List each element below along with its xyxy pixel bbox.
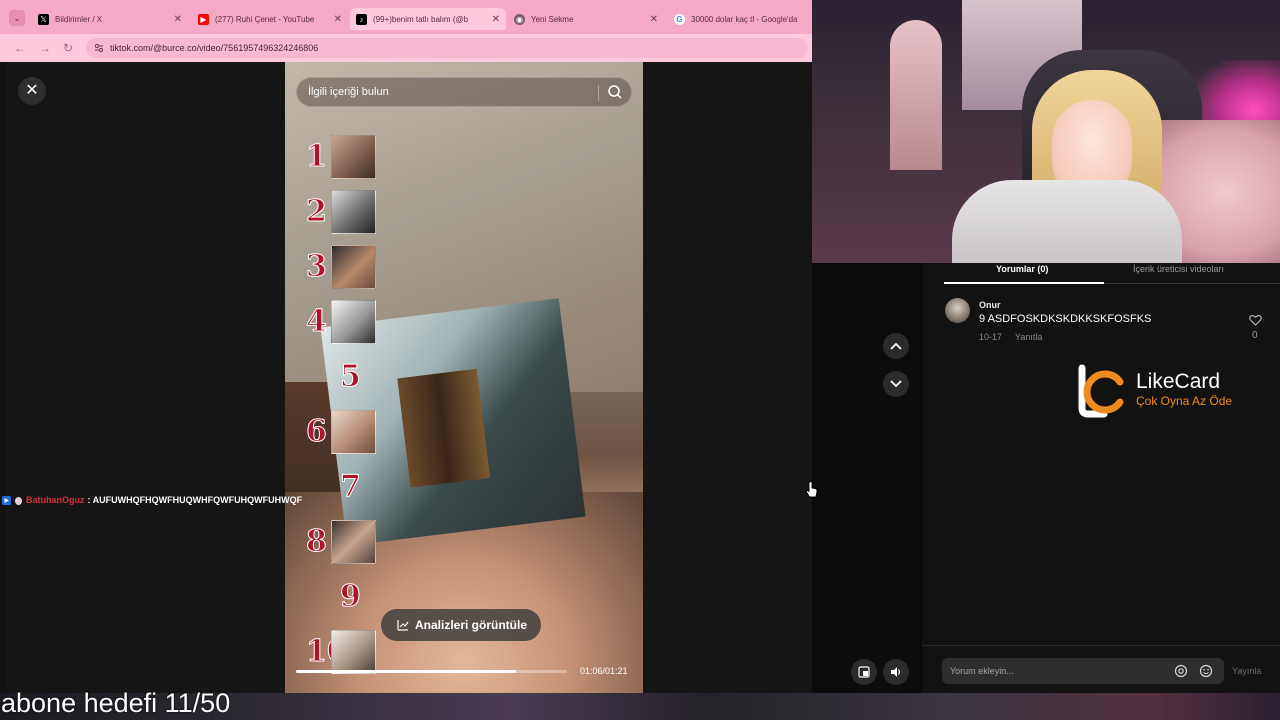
stream-frame: ⌄ 𝕏 Bildirimler / X ✕ ▶ (277) Ruhi Çenet… bbox=[0, 0, 1280, 720]
comment-username[interactable]: Onur bbox=[979, 300, 1001, 310]
tab-x-notifications[interactable]: 𝕏 Bildirimler / X ✕ bbox=[32, 8, 188, 30]
tab-strip: ⌄ 𝕏 Bildirimler / X ✕ ▶ (277) Ruhi Çenet… bbox=[0, 0, 812, 34]
likecard-logo-icon bbox=[1078, 364, 1124, 418]
close-tab-icon[interactable]: ✕ bbox=[492, 14, 500, 25]
emoji-icon[interactable] bbox=[1199, 664, 1213, 678]
comment-placeholder: Yorum ekleyin... bbox=[950, 666, 1014, 676]
analytics-chart-icon bbox=[397, 620, 409, 631]
tab-title: Yeni Sekme bbox=[531, 14, 574, 24]
volume-icon bbox=[891, 667, 901, 677]
reply-button[interactable]: Yanıtla bbox=[1015, 332, 1042, 342]
x-icon: 𝕏 bbox=[38, 13, 49, 25]
search-icon[interactable] bbox=[607, 84, 623, 100]
video-progress-bar[interactable] bbox=[296, 670, 567, 673]
search-placeholder: İlgili içeriği bulun bbox=[308, 86, 389, 98]
tab-title: Bildirimler / X bbox=[55, 14, 103, 24]
analytics-label: Analizleri görüntüle bbox=[415, 618, 528, 632]
chat-username: BatuhanOguz bbox=[26, 495, 85, 505]
hand-cursor-icon bbox=[805, 481, 818, 498]
webcam-overlay bbox=[812, 0, 1280, 263]
close-tab-icon[interactable]: ✕ bbox=[334, 14, 342, 25]
avatar[interactable] bbox=[945, 298, 970, 323]
youtube-icon: ▶ bbox=[198, 13, 209, 25]
tab-search-icon[interactable]: ⌄ bbox=[9, 10, 25, 26]
rank-number: 4 bbox=[306, 304, 328, 340]
close-tab-icon[interactable]: ✕ bbox=[174, 14, 182, 25]
chat-badge-icon bbox=[2, 495, 11, 505]
sponsor-tagline: Çok Oyna Az Öde bbox=[1136, 394, 1233, 408]
rank-thumbnail bbox=[331, 245, 376, 289]
subscriber-goal: abone hedefi 11/50 bbox=[1, 688, 231, 718]
tiktok-icon: ♪ bbox=[356, 13, 367, 25]
comment-text: 9 ASDFOSKDKSKDKKSKFOSFKS bbox=[979, 313, 1152, 325]
floating-player-button[interactable] bbox=[851, 659, 877, 685]
rank-number: 6 bbox=[306, 414, 328, 450]
like-count: 0 bbox=[1252, 330, 1258, 341]
mention-icon[interactable] bbox=[1174, 664, 1188, 678]
tab-youtube[interactable]: ▶ (277) Ruhi Çenet - YouTube ✕ bbox=[192, 8, 348, 30]
rank-thumbnail bbox=[331, 410, 376, 454]
rank-thumbnail bbox=[331, 630, 376, 674]
rank-number: 9 bbox=[340, 579, 362, 615]
google-icon: G bbox=[674, 13, 685, 25]
volume-button[interactable] bbox=[883, 659, 909, 685]
active-tab-indicator bbox=[944, 282, 1104, 284]
tab-new-tab[interactable]: ◉ Yeni Sekme ✕ bbox=[508, 8, 664, 30]
rank-number: 3 bbox=[306, 249, 328, 285]
rank-thumbnail bbox=[331, 190, 376, 234]
related-search-input[interactable]: İlgili içeriği bulun bbox=[296, 77, 632, 107]
reload-icon[interactable]: ↻ bbox=[63, 41, 73, 55]
rank-number: 5 bbox=[340, 359, 362, 395]
chevron-up-icon bbox=[890, 342, 902, 350]
view-analytics-button[interactable]: Analizleri görüntüle bbox=[381, 609, 541, 641]
tab-title: 30000 dolar kaç tl - Google'da bbox=[691, 14, 798, 24]
close-tab-icon[interactable]: ✕ bbox=[650, 14, 658, 25]
progress-fill bbox=[296, 670, 516, 673]
comments-panel bbox=[922, 262, 1280, 693]
back-arrow-icon[interactable]: ← bbox=[14, 41, 26, 55]
chat-badge-icon bbox=[15, 496, 22, 505]
floating-player-icon bbox=[858, 666, 870, 678]
sponsor-name: LikeCard bbox=[1136, 370, 1221, 393]
rank-number: 2 bbox=[306, 194, 328, 230]
playback-time: 01:06/01:21 bbox=[580, 666, 628, 676]
post-comment-button[interactable]: Yayınla bbox=[1232, 666, 1261, 676]
rank-number: 1 bbox=[306, 139, 328, 175]
close-video-button[interactable]: ✕ bbox=[18, 77, 46, 105]
chrome-icon: ◉ bbox=[514, 13, 525, 25]
rank-number: 7 bbox=[340, 469, 362, 505]
tab-tiktok[interactable]: ♪ (99+)benim tatlı balım (@b ✕ bbox=[350, 8, 506, 30]
rank-thumbnail bbox=[331, 300, 376, 344]
comment-date: 10-17 bbox=[979, 332, 1003, 342]
stream-chat-message: BatuhanOguz : AUFUWHQFHQWFHUQWHFQWFUHQWF… bbox=[2, 495, 302, 505]
address-bar[interactable]: tiktok.com/@burce.co/video/7561957496324… bbox=[86, 38, 808, 58]
heart-icon[interactable] bbox=[1249, 314, 1262, 326]
tab-google-search[interactable]: G 30000 dolar kaç tl - Google'da bbox=[668, 8, 810, 30]
site-settings-icon[interactable] bbox=[94, 43, 104, 53]
tab-title: (277) Ruhi Çenet - YouTube bbox=[215, 14, 315, 24]
tab-title: (99+)benim tatlı balım (@b bbox=[373, 14, 469, 24]
rank-thumbnail bbox=[331, 520, 376, 564]
tab-creator-videos[interactable]: İçerik üreticisi videoları bbox=[1133, 264, 1224, 274]
forward-arrow-icon[interactable]: → bbox=[39, 41, 51, 55]
previous-video-button[interactable] bbox=[883, 333, 909, 359]
browser-toolbar: ← → ↻ tiktok.com/@burce.co/video/7561957… bbox=[0, 34, 812, 62]
next-video-button[interactable] bbox=[883, 371, 909, 397]
chevron-down-icon bbox=[890, 380, 902, 388]
chat-text: : AUFUWHQFHQWFHUQWHFQWFUHQWFUHWQF bbox=[87, 495, 303, 505]
sponsor-logo: LikeCard Çok Oyna Az Öde bbox=[1074, 364, 1250, 418]
url-text: tiktok.com/@burce.co/video/7561957496324… bbox=[110, 43, 319, 53]
rank-number: 8 bbox=[306, 524, 328, 560]
tab-comments[interactable]: Yorumlar (0) bbox=[996, 264, 1048, 274]
rank-thumbnail bbox=[331, 135, 376, 179]
